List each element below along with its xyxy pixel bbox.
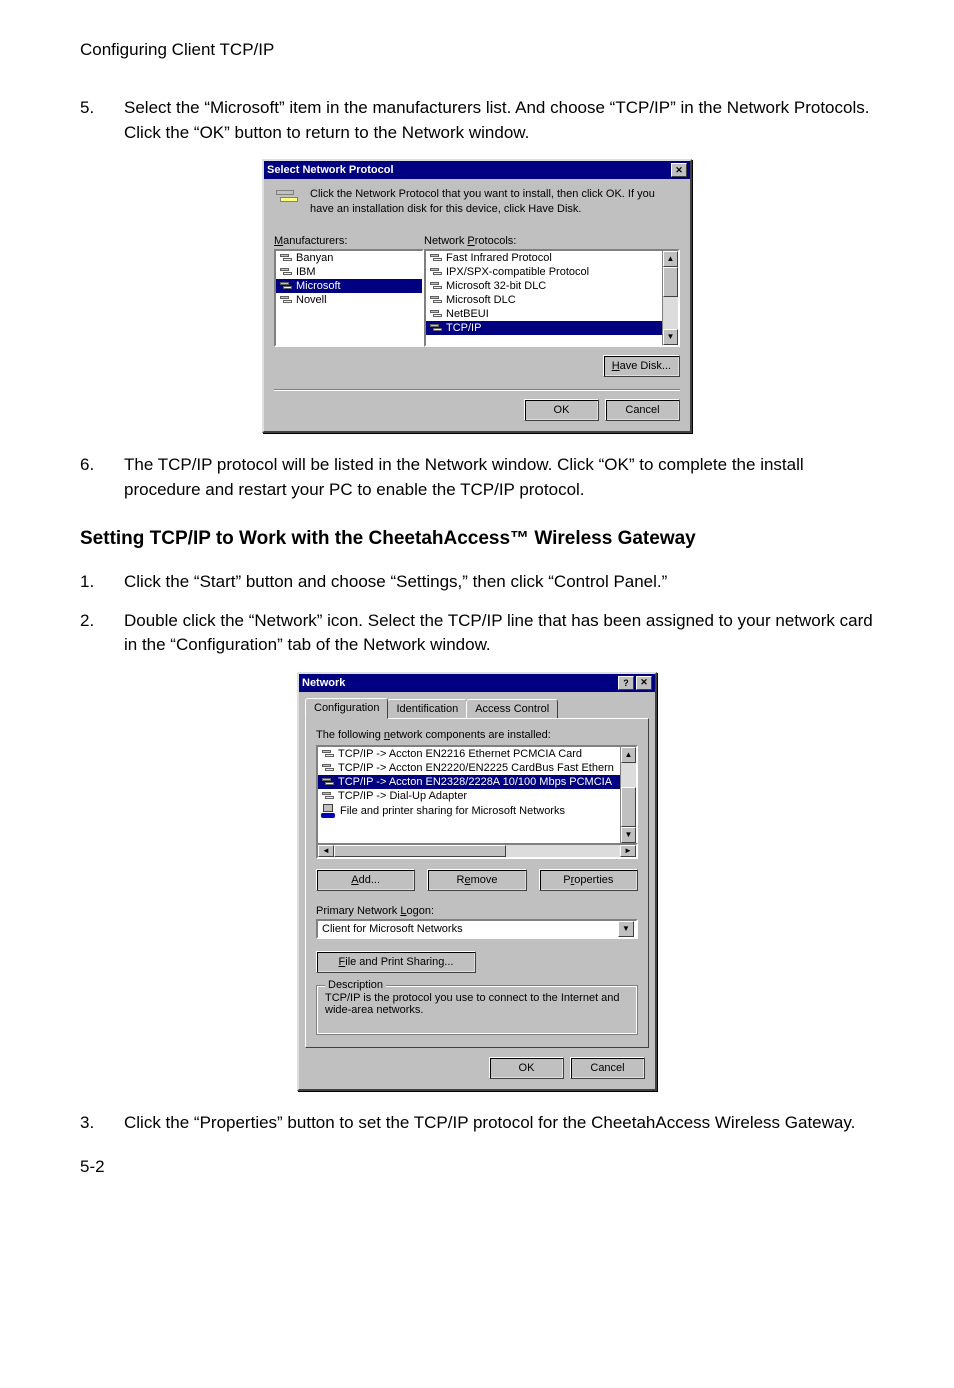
list-item[interactable]: IPX/SPX-compatible Protocol xyxy=(426,265,662,279)
description-text: TCP/IP is the protocol you use to connec… xyxy=(325,992,629,1016)
protocol-icon xyxy=(279,281,293,291)
dropdown-value: Client for Microsoft Networks xyxy=(320,923,618,935)
protocol-icon xyxy=(321,749,335,759)
add-button[interactable]: Add... xyxy=(316,869,415,891)
horizontal-scrollbar[interactable]: ◄ ► xyxy=(316,843,638,859)
step-number: 1. xyxy=(80,570,124,595)
vertical-scrollbar[interactable]: ▲ ▼ xyxy=(662,251,678,345)
protocol-icon xyxy=(274,187,300,207)
components-label: The following network components are ins… xyxy=(316,729,638,741)
primary-logon-dropdown[interactable]: Client for Microsoft Networks ▼ xyxy=(316,919,638,939)
protocol-icon xyxy=(429,309,443,319)
protocol-icon xyxy=(279,267,293,277)
ok-button[interactable]: OK xyxy=(489,1057,564,1079)
tab-configuration[interactable]: Configuration xyxy=(305,698,388,719)
list-item[interactable]: File and printer sharing for Microsoft N… xyxy=(318,803,620,819)
dialog-title: Network xyxy=(302,677,345,689)
step-number: 5. xyxy=(80,96,124,145)
step-2: 2. Double click the “Network” icon. Sele… xyxy=(80,609,874,658)
ok-button[interactable]: OK xyxy=(524,399,599,421)
manufacturers-listbox[interactable]: Banyan IBM Microsoft Novell xyxy=(274,249,424,347)
scroll-up-icon[interactable]: ▲ xyxy=(621,747,636,763)
remove-button[interactable]: Remove xyxy=(427,869,526,891)
list-item[interactable]: TCP/IP xyxy=(426,321,662,335)
dialog-intro-text: Click the Network Protocol that you want… xyxy=(310,187,680,217)
vertical-scrollbar[interactable]: ▲ ▼ xyxy=(620,747,636,843)
scroll-up-icon[interactable]: ▲ xyxy=(663,251,678,267)
step-text: Click the “Properties” button to set the… xyxy=(124,1111,874,1136)
list-item[interactable]: Banyan xyxy=(276,251,422,265)
step-3: 3. Click the “Properties” button to set … xyxy=(80,1111,874,1136)
list-item[interactable]: Microsoft 32-bit DLC xyxy=(426,279,662,293)
list-item[interactable]: TCP/IP -> Accton EN2216 Ethernet PCMCIA … xyxy=(318,747,620,761)
step-text: Select the “Microsoft” item in the manuf… xyxy=(124,96,874,145)
tab-identification[interactable]: Identification xyxy=(387,699,467,719)
scroll-thumb[interactable] xyxy=(334,845,506,857)
dialog-titlebar: Network ? ✕ xyxy=(299,674,655,692)
page-number: 5-2 xyxy=(80,1157,874,1177)
description-group: Description TCP/IP is the protocol you u… xyxy=(316,985,638,1035)
divider xyxy=(274,389,680,391)
group-title: Description xyxy=(325,979,386,991)
tabs: Configuration Identification Access Cont… xyxy=(299,692,655,719)
list-item[interactable]: Microsoft xyxy=(276,279,422,293)
protocol-icon xyxy=(321,791,335,801)
step-text: Double click the “Network” icon. Select … xyxy=(124,609,874,658)
list-item[interactable]: NetBEUI xyxy=(426,307,662,321)
close-icon[interactable]: ✕ xyxy=(671,163,687,177)
protocol-icon xyxy=(429,253,443,263)
protocols-label: Network Protocols: xyxy=(424,235,680,247)
step-text: Click the “Start” button and choose “Set… xyxy=(124,570,874,595)
section-heading: Setting TCP/IP to Work with the CheetahA… xyxy=(80,526,874,552)
primary-logon-label: Primary Network Logon: xyxy=(316,905,638,917)
cancel-button[interactable]: Cancel xyxy=(570,1057,645,1079)
components-listbox[interactable]: TCP/IP -> Accton EN2216 Ethernet PCMCIA … xyxy=(316,745,638,845)
protocol-icon xyxy=(279,295,293,305)
dialog-titlebar: Select Network Protocol ✕ xyxy=(264,161,690,179)
properties-button[interactable]: Properties xyxy=(539,869,638,891)
have-disk-button[interactable]: Have Disk... xyxy=(603,355,680,377)
file-print-sharing-button[interactable]: File and Print Sharing... xyxy=(316,951,476,973)
scroll-thumb[interactable] xyxy=(621,787,636,827)
step-6: 6. The TCP/IP protocol will be listed in… xyxy=(80,453,874,502)
protocols-listbox[interactable]: Fast Infrared Protocol IPX/SPX-compatibl… xyxy=(424,249,680,347)
step-number: 6. xyxy=(80,453,124,502)
protocol-icon xyxy=(429,295,443,305)
list-item[interactable]: Fast Infrared Protocol xyxy=(426,251,662,265)
list-item[interactable]: TCP/IP -> Accton EN2220/EN2225 CardBus F… xyxy=(318,761,620,775)
manufacturers-label: Manufacturers: xyxy=(274,235,424,247)
help-icon[interactable]: ? xyxy=(618,676,634,690)
step-1: 1. Click the “Start” button and choose “… xyxy=(80,570,874,595)
tab-access-control[interactable]: Access Control xyxy=(466,699,558,719)
network-dialog: Network ? ✕ Configuration Identification… xyxy=(297,672,657,1091)
list-item[interactable]: TCP/IP -> Accton EN2328/2228A 10/100 Mbp… xyxy=(318,775,620,789)
step-number: 3. xyxy=(80,1111,124,1136)
protocol-icon xyxy=(429,281,443,291)
share-icon xyxy=(321,804,337,818)
cancel-button[interactable]: Cancel xyxy=(605,399,680,421)
step-5: 5. Select the “Microsoft” item in the ma… xyxy=(80,96,874,145)
list-item[interactable]: IBM xyxy=(276,265,422,279)
scroll-left-icon[interactable]: ◄ xyxy=(318,845,334,857)
step-text: The TCP/IP protocol will be listed in th… xyxy=(124,453,874,502)
chevron-down-icon[interactable]: ▼ xyxy=(618,921,634,937)
list-item[interactable]: TCP/IP -> Dial-Up Adapter xyxy=(318,789,620,803)
select-network-protocol-dialog: Select Network Protocol ✕ Click the Netw… xyxy=(262,159,692,433)
protocol-icon xyxy=(429,323,443,333)
step-number: 2. xyxy=(80,609,124,658)
list-item[interactable]: Novell xyxy=(276,293,422,307)
scroll-right-icon[interactable]: ► xyxy=(620,845,636,857)
protocol-icon xyxy=(321,777,335,787)
scroll-down-icon[interactable]: ▼ xyxy=(663,329,678,345)
protocol-icon xyxy=(321,763,335,773)
protocol-icon xyxy=(429,267,443,277)
dialog-title: Select Network Protocol xyxy=(267,164,394,176)
close-icon[interactable]: ✕ xyxy=(636,676,652,690)
protocol-icon xyxy=(279,253,293,263)
list-item[interactable]: Microsoft DLC xyxy=(426,293,662,307)
page-header: Configuring Client TCP/IP xyxy=(80,40,874,60)
scroll-thumb[interactable] xyxy=(663,267,678,297)
scroll-down-icon[interactable]: ▼ xyxy=(621,827,636,843)
